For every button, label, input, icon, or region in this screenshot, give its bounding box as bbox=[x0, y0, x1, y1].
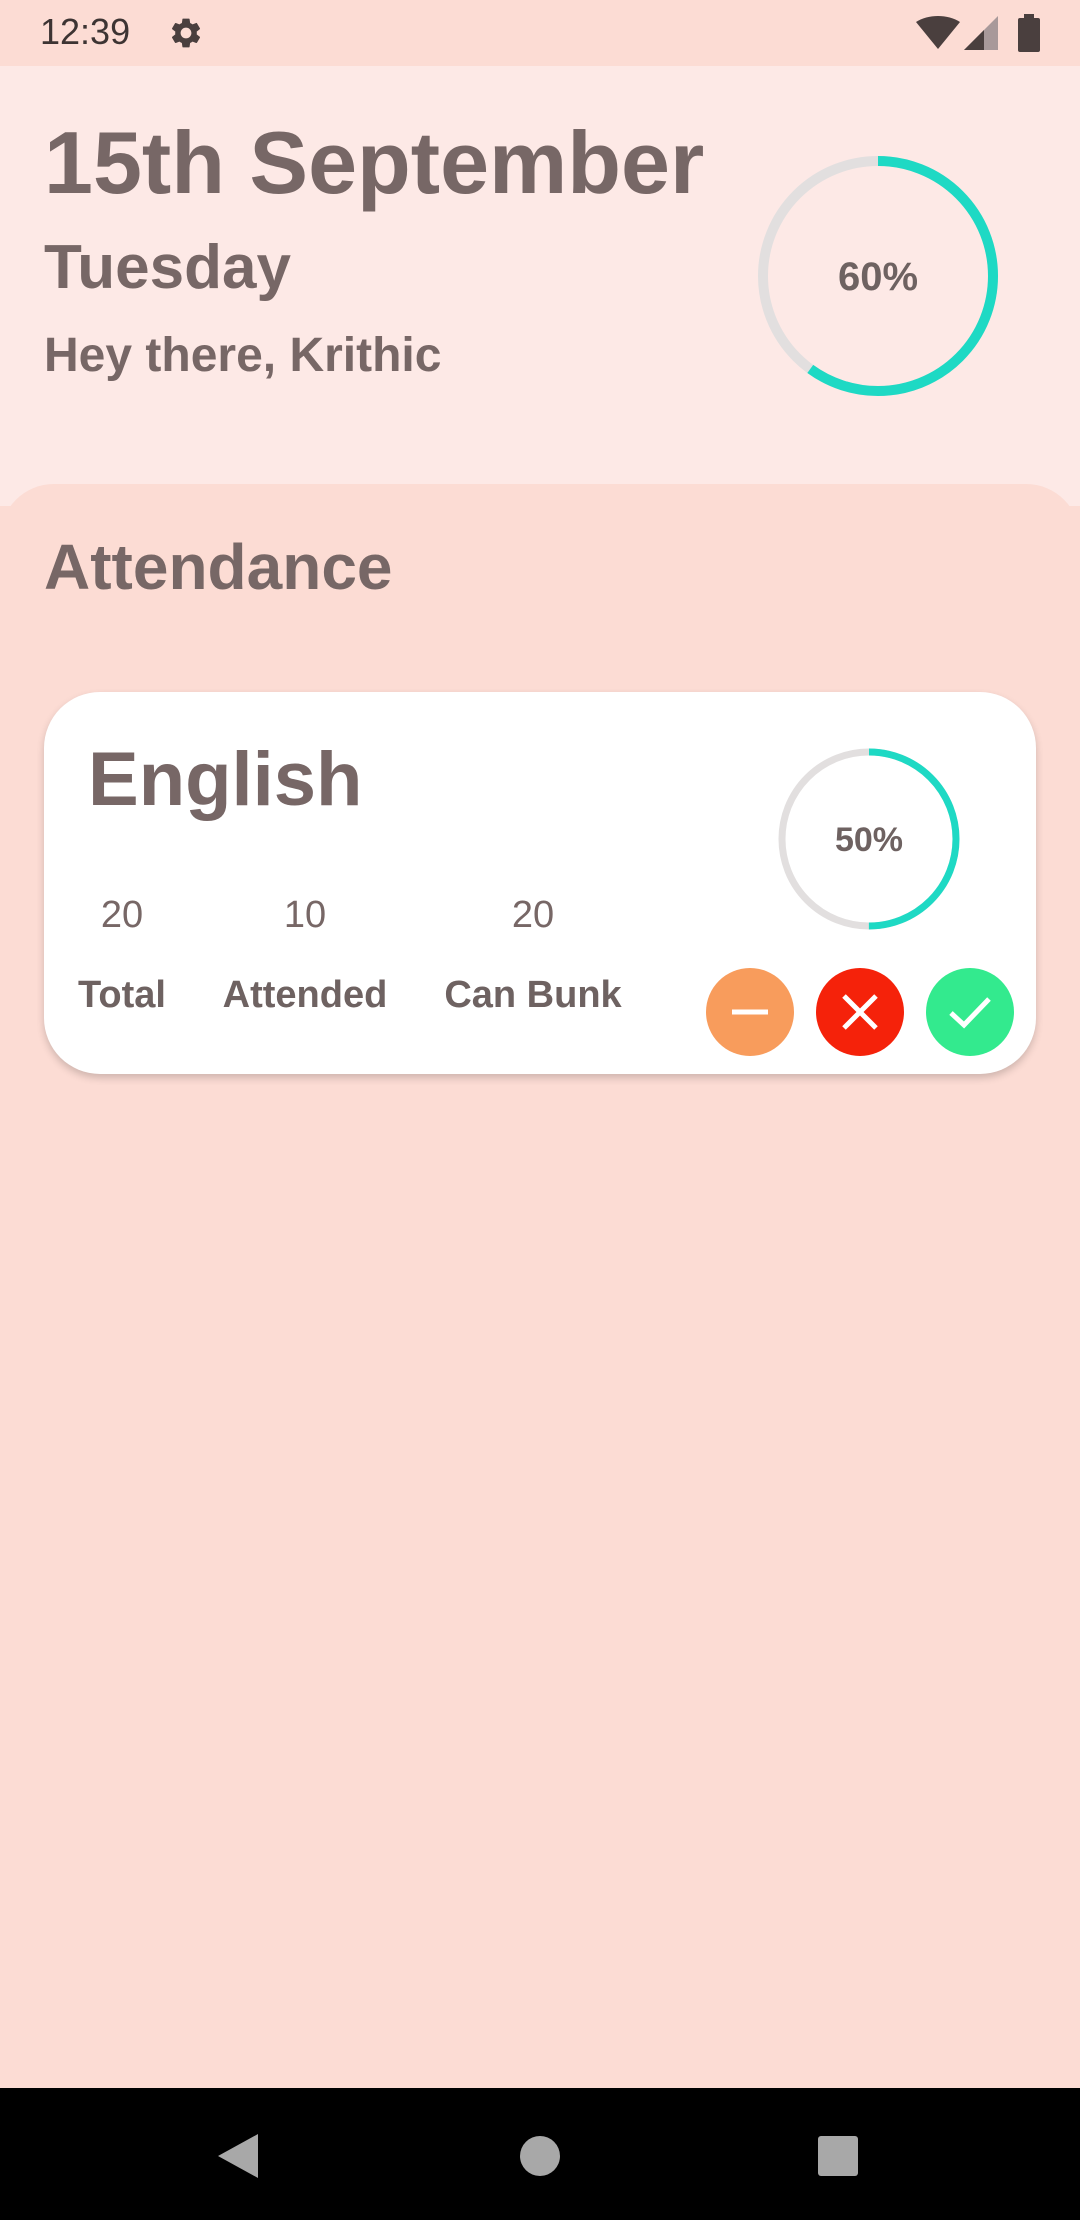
signal-icon bbox=[964, 16, 998, 50]
wifi-icon bbox=[916, 16, 960, 49]
unmark-button[interactable] bbox=[706, 968, 794, 1056]
stat-attended-value: 10 bbox=[283, 894, 327, 936]
subject-attendance-ring: 50% bbox=[778, 748, 960, 930]
close-icon bbox=[842, 994, 878, 1030]
back-icon[interactable] bbox=[218, 2134, 258, 2178]
status-bar: 12:39 bbox=[0, 0, 1080, 66]
attendance-sheet: Attendance English 20 Total 10 Attended … bbox=[0, 484, 1080, 2088]
minus-icon bbox=[732, 1009, 768, 1015]
overall-attendance-ring: 60% bbox=[758, 156, 998, 396]
subject-name: English bbox=[88, 737, 363, 822]
header: 15th September Tuesday Hey there, Krithi… bbox=[0, 66, 1080, 506]
stat-total-label: Total bbox=[78, 974, 166, 1016]
stat-attended-label: Attended bbox=[222, 974, 388, 1016]
mark-present-button[interactable] bbox=[926, 968, 1014, 1056]
subject-percent-label: 50% bbox=[835, 821, 903, 859]
battery-icon bbox=[1018, 14, 1040, 52]
stat-can-bunk: 20 Can Bunk bbox=[420, 888, 646, 1017]
gear-icon bbox=[171, 18, 201, 48]
stat-can-bunk-value: 20 bbox=[511, 894, 555, 936]
navigation-bar bbox=[0, 2088, 1080, 2220]
check-icon bbox=[949, 997, 991, 1029]
greeting-text: Hey there, Krithic bbox=[44, 329, 442, 382]
stat-total: 20 Total bbox=[62, 888, 182, 1017]
mark-absent-button[interactable] bbox=[816, 968, 904, 1056]
stat-total-value: 20 bbox=[100, 894, 144, 936]
status-time: 12:39 bbox=[40, 11, 131, 52]
subject-card-english[interactable]: English 20 Total 10 Attended 20 Can Bunk… bbox=[44, 692, 1036, 1074]
weekday-label: Tuesday bbox=[44, 233, 291, 302]
stat-can-bunk-label: Can Bunk bbox=[444, 974, 622, 1016]
overall-percent-label: 60% bbox=[838, 255, 918, 299]
stat-attended: 10 Attended bbox=[210, 888, 400, 1017]
home-icon[interactable] bbox=[520, 2136, 560, 2176]
recents-icon[interactable] bbox=[818, 2136, 858, 2176]
date-title: 15th September bbox=[44, 113, 705, 212]
attendance-title: Attendance bbox=[44, 531, 393, 603]
